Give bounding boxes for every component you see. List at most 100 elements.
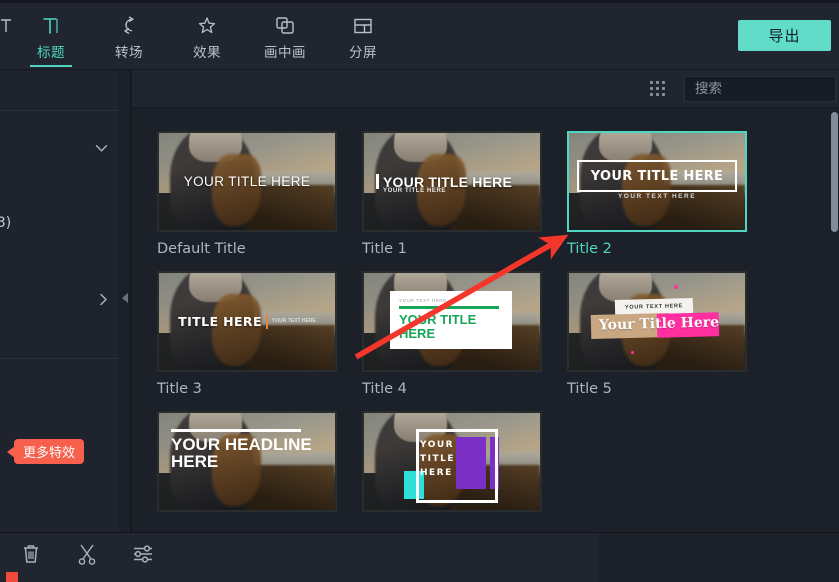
grid-dot bbox=[650, 93, 653, 96]
title-overlay: TITLE HERE YOUR TEXT HERE bbox=[159, 273, 335, 370]
title-template-label: Title 5 bbox=[567, 381, 612, 397]
title-templates-grid: YOUR TITLE HERE Default Title YOUR TITLE… bbox=[157, 131, 747, 521]
title-template-thumbnail[interactable]: YOUR TEXT HERE YOUR TITLE HERE bbox=[362, 271, 542, 372]
grid-dot bbox=[650, 87, 653, 90]
title-template-label: Title 3 bbox=[157, 381, 202, 397]
title-template-card[interactable]: YOUR TITLE HERE YOUR TITLE HERE Title 1 bbox=[362, 131, 542, 257]
tab-partial-left[interactable] bbox=[0, 6, 12, 66]
overlay-title-text: YOUR TITLE HERE bbox=[590, 168, 724, 184]
title-template-thumbnail[interactable]: YOUR TITLE HERE bbox=[362, 411, 542, 512]
split-screen-icon bbox=[352, 13, 374, 39]
overlay-subtitle-text: YOUR TEXT HERE bbox=[271, 318, 316, 325]
title-template-thumbnail[interactable]: YOUR TITLE HERE YOUR TITLE HERE bbox=[362, 131, 542, 232]
overlay-subtitle-text: YOUR TEXT HERE bbox=[617, 193, 697, 201]
title-template-card[interactable]: YOUR TITLE HERE bbox=[362, 411, 542, 521]
overlay-subtitle-text: YOUR TITLE HERE bbox=[383, 188, 447, 195]
timeline-tool-buttons bbox=[14, 541, 160, 571]
scrollbar-thumb[interactable] bbox=[831, 112, 838, 232]
sidebar-row-2[interactable]: 20) bbox=[0, 288, 118, 314]
tab-pip-label: 画中画 bbox=[264, 45, 306, 61]
title-overlay: YOUR TITLE HERE YOUR TEXT HERE bbox=[569, 133, 745, 230]
delete-button[interactable] bbox=[14, 541, 48, 571]
grid-dot bbox=[662, 93, 665, 96]
title-overlay: YOUR HEADLINE HERE bbox=[159, 413, 335, 510]
sidebar-divider-bottom bbox=[0, 358, 118, 359]
search-box[interactable] bbox=[684, 76, 839, 102]
timeline-preview-panel bbox=[598, 533, 839, 582]
title-template-thumbnail[interactable]: YOUR HEADLINE HERE bbox=[157, 411, 337, 512]
title-template-thumbnail[interactable]: YOUR TITLE HERE YOUR TEXT HERE bbox=[567, 131, 747, 232]
overlay-accent-line bbox=[399, 306, 499, 309]
grid-dot bbox=[656, 93, 659, 96]
timeline-playhead-marker[interactable] bbox=[6, 572, 18, 582]
tab-split-screen[interactable]: 分屏 bbox=[324, 6, 402, 66]
overlay-title-text: YOUR HEADLINE HERE bbox=[171, 435, 312, 472]
title-template-card[interactable]: YOUR HEADLINE HERE bbox=[157, 411, 337, 521]
overlay-title-text: TITLE HERE bbox=[178, 314, 262, 329]
sidebar-row-1-label: — (43) bbox=[0, 215, 12, 231]
more-effects-badge[interactable]: 更多特效 bbox=[6, 439, 85, 464]
topbar-accent-line bbox=[0, 0, 839, 3]
title-overlay: YOUR TEXT HERE YOUR TITLE HERE bbox=[390, 291, 512, 349]
tab-split-label: 分屏 bbox=[349, 45, 377, 61]
grid-dot bbox=[656, 81, 659, 84]
picture-in-picture-icon bbox=[274, 13, 296, 39]
sidebar-row-1[interactable]: — (43) bbox=[0, 210, 118, 236]
title-template-label: Title 2 bbox=[567, 241, 612, 257]
title-template-card-selected[interactable]: YOUR TITLE HERE YOUR TEXT HERE Title 2 bbox=[567, 131, 747, 257]
overlay-subtitle-text: YOUR TEXT HERE bbox=[624, 303, 684, 311]
overlay-accent-line bbox=[171, 429, 301, 432]
top-toolbar: 标题 转场 效果 画中画 分屏 导出 bbox=[0, 0, 839, 70]
main-tab-bar: 标题 转场 效果 画中画 分屏 bbox=[0, 6, 402, 68]
grid-dot bbox=[650, 81, 653, 84]
partial-tab-icon bbox=[0, 13, 12, 39]
title-overlay: YOUR TITLE HERE bbox=[159, 133, 335, 230]
tab-transition-label: 转场 bbox=[115, 45, 143, 61]
export-button[interactable]: 导出 bbox=[738, 20, 831, 51]
sidebar-row-0[interactable]: ) bbox=[0, 136, 118, 162]
overlay-accent-divider bbox=[265, 314, 268, 329]
chevron-right-icon[interactable] bbox=[99, 293, 108, 309]
title-template-card[interactable]: YOUR TEXT HERE Your Title Here Title 5 bbox=[567, 271, 747, 397]
scissors-icon bbox=[76, 542, 98, 571]
grid-dot bbox=[662, 81, 665, 84]
tab-active-underline bbox=[30, 65, 72, 67]
overlay-title-text: YOUR TITLE HERE bbox=[183, 174, 311, 189]
overlay-title-text: Your Title Here bbox=[598, 314, 720, 334]
title-template-label: Title 4 bbox=[362, 381, 407, 397]
content-scrollbar[interactable] bbox=[830, 110, 839, 530]
search-input[interactable] bbox=[685, 80, 839, 98]
overlay-subtitle-text: YOUR TEXT HERE bbox=[399, 298, 447, 303]
sliders-icon bbox=[131, 542, 155, 571]
transition-icon bbox=[118, 13, 140, 39]
title-template-label: Title 1 bbox=[362, 241, 407, 257]
tab-effects[interactable]: 效果 bbox=[168, 6, 246, 66]
chevron-down-icon[interactable] bbox=[95, 143, 108, 156]
sidebar-divider-top bbox=[0, 110, 118, 111]
tab-transition[interactable]: 转场 bbox=[90, 6, 168, 66]
overlay-title-box: YOUR TITLE HERE bbox=[576, 159, 738, 192]
timeline-toolbar bbox=[0, 532, 839, 582]
trash-icon bbox=[20, 542, 42, 571]
overlay-dot bbox=[631, 351, 634, 354]
content-header-bar bbox=[132, 70, 839, 108]
tab-title[interactable]: 标题 bbox=[12, 6, 90, 67]
title-template-label: Default Title bbox=[157, 241, 246, 257]
title-template-card[interactable]: YOUR TEXT HERE YOUR TITLE HERE Title 4 bbox=[362, 271, 542, 397]
text-title-icon bbox=[40, 13, 62, 39]
adjust-button[interactable] bbox=[126, 541, 160, 571]
title-template-thumbnail[interactable]: TITLE HERE YOUR TEXT HERE bbox=[157, 271, 337, 372]
video-editor-app: 标题 转场 效果 画中画 分屏 导出 搜索 3) 更多特效 YOUR TITLE… bbox=[0, 0, 839, 582]
title-template-thumbnail[interactable]: YOUR TITLE HERE bbox=[157, 131, 337, 232]
overlay-dot bbox=[674, 285, 678, 289]
title-overlay: YOUR TITLE HERE YOUR TITLE HERE bbox=[364, 133, 540, 230]
title-template-card[interactable]: YOUR TITLE HERE Default Title bbox=[157, 131, 337, 257]
grid-view-icon[interactable] bbox=[650, 81, 666, 97]
sidebar-collapse-handle[interactable] bbox=[119, 288, 130, 308]
tab-picture-in-picture[interactable]: 画中画 bbox=[246, 6, 324, 66]
split-button[interactable] bbox=[70, 541, 104, 571]
tab-effects-label: 效果 bbox=[193, 45, 221, 61]
title-template-card[interactable]: TITLE HERE YOUR TEXT HERE Title 3 bbox=[157, 271, 337, 397]
title-template-thumbnail[interactable]: YOUR TEXT HERE Your Title Here bbox=[567, 271, 747, 372]
overlay-title-text: YOUR TITLE HERE bbox=[383, 173, 513, 190]
